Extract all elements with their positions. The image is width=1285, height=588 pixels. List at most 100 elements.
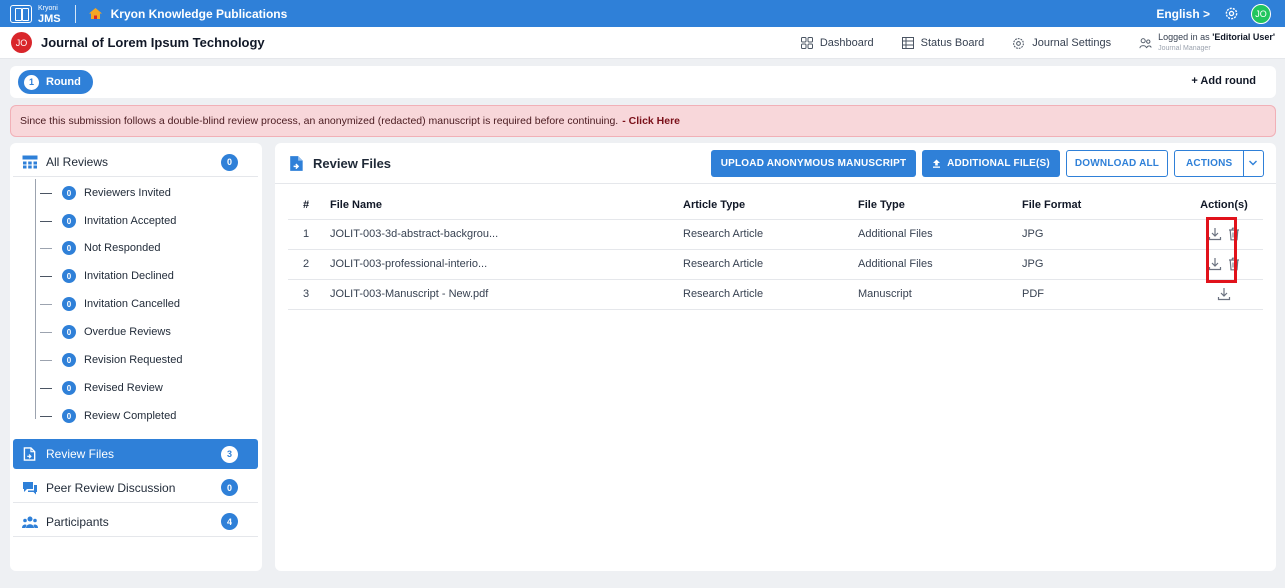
file-icon — [23, 447, 36, 461]
tree-dash — [40, 415, 52, 417]
sidebar-item-invitation-declined[interactable]: 0 Invitation Declined — [40, 266, 174, 286]
actions-label: ACTIONS — [1186, 158, 1233, 169]
sub-label: Invitation Cancelled — [84, 298, 181, 310]
sub-label: Overdue Reviews — [84, 326, 171, 338]
column-header: # — [288, 192, 330, 220]
actions-dropdown[interactable]: ACTIONS — [1174, 150, 1264, 177]
nav-journal-settings-label: Journal Settings — [1032, 37, 1112, 49]
row-number: 3 — [288, 279, 330, 310]
alert-link[interactable]: - Click Here — [622, 115, 680, 127]
logo-big-text: JMS — [38, 12, 61, 25]
tree-dash — [40, 247, 52, 249]
nav-journal-settings[interactable]: Journal Settings — [1012, 37, 1111, 50]
column-header: Article Type — [683, 192, 858, 220]
file-name[interactable]: JOLIT-003-Manuscript - New.pdf — [330, 279, 683, 310]
logo-icon — [10, 4, 32, 23]
sub-count: 0 — [62, 214, 76, 228]
tree-dash — [40, 220, 52, 222]
login-prefix: Logged in as — [1158, 32, 1210, 42]
tree-dash — [40, 303, 52, 305]
sidebar-item-invitation-cancelled[interactable]: 0 Invitation Cancelled — [40, 294, 180, 314]
file-type: Additional Files — [858, 249, 1022, 280]
add-round-button[interactable]: + Add round — [1191, 75, 1256, 87]
logo-small-text: Kryoni — [38, 4, 58, 12]
sub-count: 0 — [62, 186, 76, 200]
download-all-button[interactable]: DOWNLOAD ALL — [1066, 150, 1168, 177]
file-type: Additional Files — [858, 219, 1022, 250]
sub-count: 0 — [62, 381, 76, 395]
peer-discussion-count: 0 — [221, 479, 238, 496]
chevron-down-icon[interactable] — [1248, 158, 1258, 168]
status-board-icon — [901, 37, 914, 49]
sub-label: Invitation Declined — [84, 270, 174, 282]
dashboard-icon — [800, 37, 813, 49]
sub-label: Not Responded — [84, 242, 161, 254]
sub-count: 0 — [62, 241, 76, 255]
sidebar-item-overdue-reviews[interactable]: 0 Overdue Reviews — [40, 322, 171, 342]
participants-icon — [22, 516, 38, 528]
column-header: Action(s) — [1185, 192, 1263, 220]
journal-title[interactable]: Journal of Lorem Ipsum Technology — [41, 35, 265, 50]
upload-anonymous-manuscript-button[interactable]: UPLOAD ANONYMOUS MANUSCRIPT — [711, 150, 916, 177]
nav-status-board[interactable]: Status Board — [901, 37, 984, 49]
sidebar-item-revision-requested[interactable]: 0 Revision Requested — [40, 350, 182, 370]
panel-header: Review Files UPLOAD ANONYMOUS MANUSCRIPT… — [275, 143, 1276, 184]
all-reviews-label: All Reviews — [46, 155, 109, 169]
download-icon[interactable] — [1217, 287, 1231, 301]
gear-icon[interactable] — [1224, 6, 1239, 21]
journal-bar: JO Journal of Lorem Ipsum Technology Das… — [0, 27, 1285, 59]
table-row: 1 JOLIT-003-3d-abstract-backgrou... Rese… — [288, 219, 1263, 250]
file-name[interactable]: JOLIT-003-professional-interio... — [330, 249, 683, 280]
highlight-box — [1206, 217, 1237, 283]
sub-count: 0 — [62, 409, 76, 423]
discussion-icon — [23, 481, 37, 494]
review-files-label: Review Files — [46, 447, 115, 461]
sidebar-item-reviewers-invited[interactable]: 0 Reviewers Invited — [40, 183, 171, 203]
login-text: Logged in as 'Editorial User' — [1158, 32, 1275, 43]
sidebar-item-revised-review[interactable]: 0 Revised Review — [40, 378, 163, 398]
sidebar-item-review-files[interactable]: Review Files 3 — [13, 439, 258, 469]
review-sidebar: All Reviews 0 0 Reviewers Invited 0 Invi… — [10, 143, 262, 571]
table-row: 2 JOLIT-003-professional-interio... Rese… — [288, 249, 1263, 280]
sub-label: Reviewers Invited — [84, 187, 171, 199]
app-logo[interactable]: Kryoni JMS — [0, 0, 61, 27]
user-switch-icon — [1139, 37, 1152, 48]
language-selector[interactable]: English > — [1156, 7, 1210, 21]
review-files-panel: Review Files UPLOAD ANONYMOUS MANUSCRIPT… — [275, 143, 1276, 571]
sub-label: Invitation Accepted — [84, 215, 177, 227]
round-label: Round — [46, 76, 81, 88]
tree-dash — [40, 359, 52, 361]
settings-icon — [1013, 37, 1025, 49]
article-type: Research Article — [683, 249, 858, 280]
login-info[interactable]: Logged in as 'Editorial User' Journal Ma… — [1139, 32, 1275, 54]
nav-dashboard[interactable]: Dashboard — [800, 37, 874, 49]
participants-label: Participants — [46, 514, 109, 529]
publisher-name: Kryon Knowledge Publications — [110, 6, 288, 21]
top-bar: Kryoni JMS Kryon Knowledge Publications … — [0, 0, 1285, 27]
sidebar-item-review-completed[interactable]: 0 Review Completed — [40, 406, 176, 426]
review-files-count: 3 — [221, 445, 238, 463]
publisher-link[interactable]: Kryon Knowledge Publications — [88, 6, 288, 21]
file-format: JPG — [1022, 219, 1185, 250]
additional-files-label: ADDITIONAL FILE(S) — [947, 158, 1050, 169]
review-files-table: # File Name Article Type File Type File … — [288, 192, 1263, 310]
user-avatar[interactable]: JO — [1251, 3, 1271, 24]
file-name[interactable]: JOLIT-003-3d-abstract-backgrou... — [330, 219, 683, 250]
column-header: File Name — [330, 192, 683, 220]
tree-dash — [40, 387, 52, 389]
row-number: 2 — [288, 249, 330, 280]
file-type: Manuscript — [858, 279, 1022, 310]
sidebar-item-participants[interactable]: Participants 4 — [13, 507, 258, 537]
round-tab[interactable]: 1 Round — [18, 70, 93, 94]
additional-files-button[interactable]: ADDITIONAL FILE(S) — [922, 150, 1060, 177]
tree-line — [35, 179, 36, 419]
sidebar-item-peer-review-discussion[interactable]: Peer Review Discussion 0 — [13, 473, 258, 503]
sub-label: Review Completed — [84, 410, 177, 422]
table-header-row: # File Name Article Type File Type File … — [288, 192, 1263, 220]
sidebar-item-not-responded[interactable]: 0 Not Responded — [40, 238, 160, 258]
reviews-icon — [22, 155, 38, 169]
row-number: 1 — [288, 219, 330, 250]
sidebar-item-all-reviews[interactable]: All Reviews 0 — [13, 148, 258, 177]
sidebar-item-invitation-accepted[interactable]: 0 Invitation Accepted — [40, 211, 176, 231]
peer-discussion-label: Peer Review Discussion — [46, 480, 176, 495]
